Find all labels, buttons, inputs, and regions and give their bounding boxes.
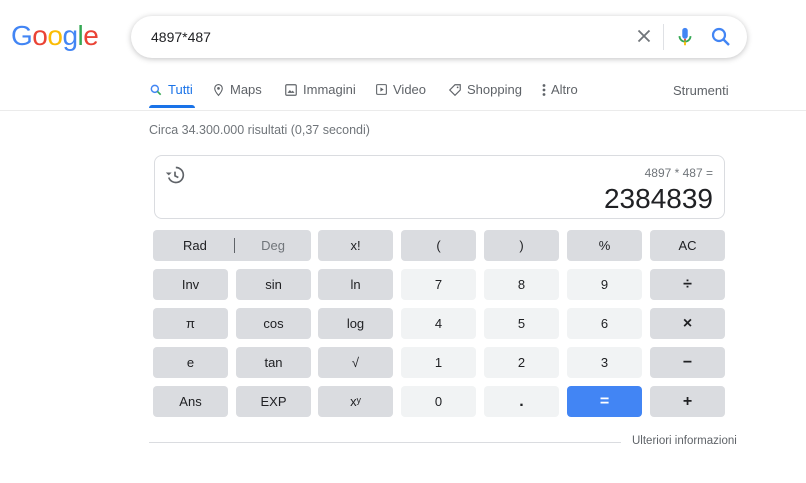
key-minus[interactable]: − (650, 347, 725, 378)
key-plus[interactable]: + (650, 386, 725, 417)
logo-letter: o (47, 20, 63, 51)
key-6[interactable]: 6 (567, 308, 642, 339)
search-input[interactable]: 4897*487 (151, 29, 211, 45)
logo-letter: G (11, 20, 33, 51)
key-9[interactable]: 9 (567, 269, 642, 300)
tab-label: Tutti (168, 82, 193, 97)
image-icon (285, 83, 297, 96)
tab-maps[interactable]: Maps (212, 82, 262, 97)
divider (0, 110, 806, 111)
tab-label: Maps (230, 82, 262, 97)
key-8[interactable]: 8 (484, 269, 559, 300)
key-7[interactable]: 7 (401, 269, 476, 300)
result-stats: Circa 34.300.000 risultati (0,37 secondi… (149, 123, 370, 137)
key-all-clear[interactable]: AC (650, 230, 725, 261)
key-decimal[interactable]: . (484, 386, 559, 417)
rad-deg-toggle[interactable]: Rad Deg (153, 230, 311, 261)
tab-immagini[interactable]: Immagini (284, 82, 356, 97)
tab-video[interactable]: Video (375, 82, 426, 97)
key-factorial[interactable]: x! (318, 230, 393, 261)
key-3[interactable]: 3 (567, 347, 642, 378)
key-ans[interactable]: Ans (153, 386, 228, 417)
key-tan[interactable]: tan (236, 347, 311, 378)
key-divide[interactable]: ÷ (650, 269, 725, 300)
microphone-icon[interactable] (674, 25, 696, 49)
key-multiply[interactable]: × (650, 308, 725, 339)
map-pin-icon (214, 83, 223, 96)
logo-letter: o (32, 20, 48, 51)
logo-letter: g (62, 20, 78, 51)
key-5[interactable]: 5 (484, 308, 559, 339)
key-log[interactable]: log (318, 308, 393, 339)
calculator-expression: 4897 * 487 = (644, 166, 713, 180)
key-2[interactable]: 2 (484, 347, 559, 378)
tab-label: Immagini (303, 82, 356, 97)
deg-label[interactable]: Deg (261, 238, 285, 253)
key-percent[interactable]: % (567, 230, 642, 261)
key-4[interactable]: 4 (401, 308, 476, 339)
key-close-paren[interactable]: ) (484, 230, 559, 261)
tab-label: Shopping (467, 82, 522, 97)
logo-letter: e (83, 20, 99, 51)
key-equals[interactable]: = (567, 386, 642, 417)
video-icon (376, 84, 387, 95)
key-pi[interactable]: π (153, 308, 228, 339)
google-logo[interactable]: Google (11, 20, 99, 52)
tab-label: Video (393, 82, 427, 97)
key-cos[interactable]: cos (236, 308, 311, 339)
divider (233, 238, 235, 253)
key-sqrt[interactable]: √ (318, 347, 393, 378)
key-ln[interactable]: ln (318, 269, 393, 300)
tab-label: Altro (551, 82, 578, 97)
key-exp[interactable]: EXP (236, 386, 311, 417)
active-tab-indicator (149, 105, 195, 108)
tab-shopping[interactable]: Shopping (448, 82, 522, 97)
tab-tutti[interactable]: Tutti (149, 82, 193, 97)
key-e[interactable]: e (153, 347, 228, 378)
search-box[interactable]: 4897*487 (131, 16, 747, 58)
key-sin[interactable]: sin (236, 269, 311, 300)
rad-label[interactable]: Rad (183, 238, 207, 253)
calculator-display: 4897 * 487 = 2384839 (154, 155, 725, 219)
calculator-result: 2384839 (603, 183, 713, 214)
divider (663, 24, 664, 50)
key-1[interactable]: 1 (401, 347, 476, 378)
tag-icon (448, 83, 461, 96)
divider (149, 442, 621, 443)
history-icon[interactable] (165, 165, 185, 185)
tools-button[interactable]: Strumenti (673, 83, 729, 98)
search-icon (150, 84, 162, 95)
more-info-link[interactable]: Ulteriori informazioni (632, 435, 737, 447)
more-vert-icon (542, 83, 546, 96)
tab-altro[interactable]: Altro (542, 82, 578, 97)
key-open-paren[interactable]: ( (401, 230, 476, 261)
key-inv[interactable]: Inv (153, 269, 228, 300)
key-0[interactable]: 0 (401, 386, 476, 417)
key-power[interactable]: xʸ (318, 386, 393, 417)
search-icon[interactable] (709, 25, 733, 49)
clear-icon[interactable] (633, 25, 655, 47)
